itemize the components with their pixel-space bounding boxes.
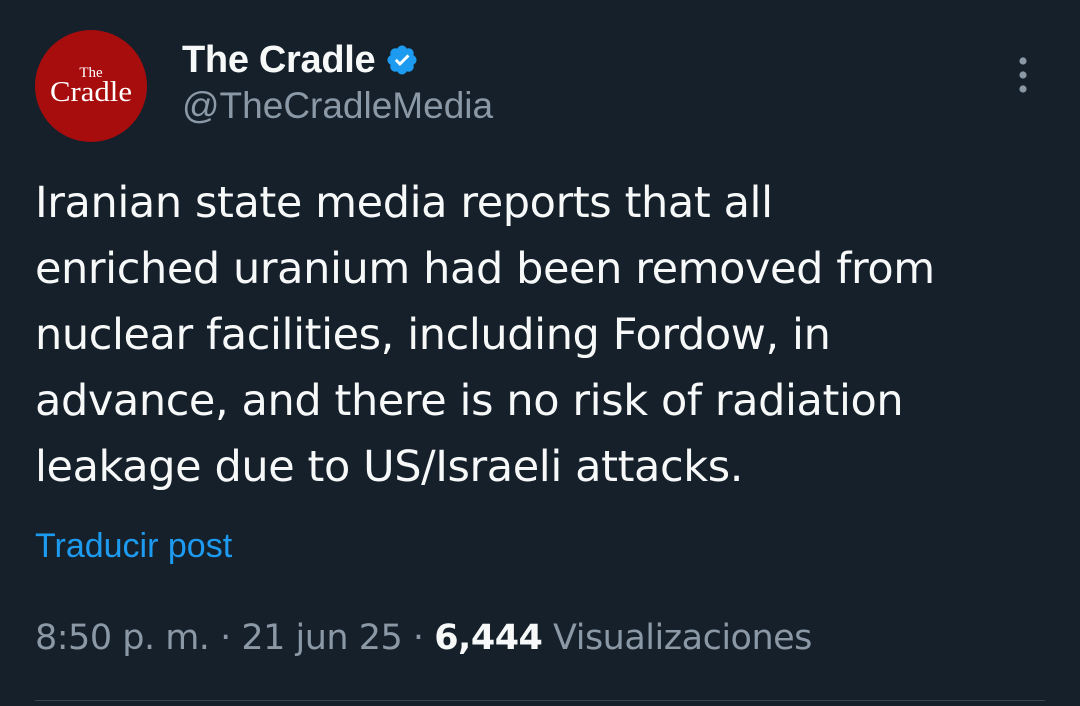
author-name-row: The Cradle (182, 36, 419, 84)
tweet-text-line: advance, and there is no risk of radiati… (35, 376, 904, 426)
avatar-logo-bottom: Cradle (50, 76, 132, 108)
tweet-time[interactable]: 8:50 p. m. (35, 618, 210, 658)
tweet-meta: 8:50 p. m. · 21 jun 25 · 6,444 Visualiza… (35, 618, 812, 658)
translate-post-link[interactable]: Traducir post (35, 527, 232, 566)
author-handle[interactable]: @TheCradleMedia (182, 85, 493, 127)
tweet-text: Iranian state media reports that all enr… (35, 170, 1045, 500)
tweet-date[interactable]: 21 jun 25 (241, 618, 402, 658)
cradle-logo: The Cradle (50, 65, 132, 108)
meta-separator: · (220, 618, 231, 658)
tweet-card: The Cradle The Cradle @TheCradleMedia Ir… (0, 0, 1080, 706)
avatar[interactable]: The Cradle (35, 30, 147, 142)
tweet-text-line: nuclear facilities, including Fordow, in (35, 310, 831, 360)
tweet-text-line: leakage due to US/Israeli attacks. (35, 442, 743, 492)
display-name[interactable]: The Cradle (182, 39, 376, 82)
tweet-text-line: Iranian state media reports that all (35, 178, 773, 228)
meta-separator: · (412, 618, 424, 658)
more-options-button[interactable] (1002, 50, 1044, 100)
more-vertical-icon (1019, 57, 1027, 93)
views-label[interactable]: Visualizaciones (553, 618, 812, 658)
divider (35, 700, 1045, 701)
tweet-text-line: enriched uranium had been removed from (35, 244, 935, 294)
views-count[interactable]: 6,444 (434, 618, 543, 658)
verified-badge-icon[interactable] (385, 43, 419, 77)
